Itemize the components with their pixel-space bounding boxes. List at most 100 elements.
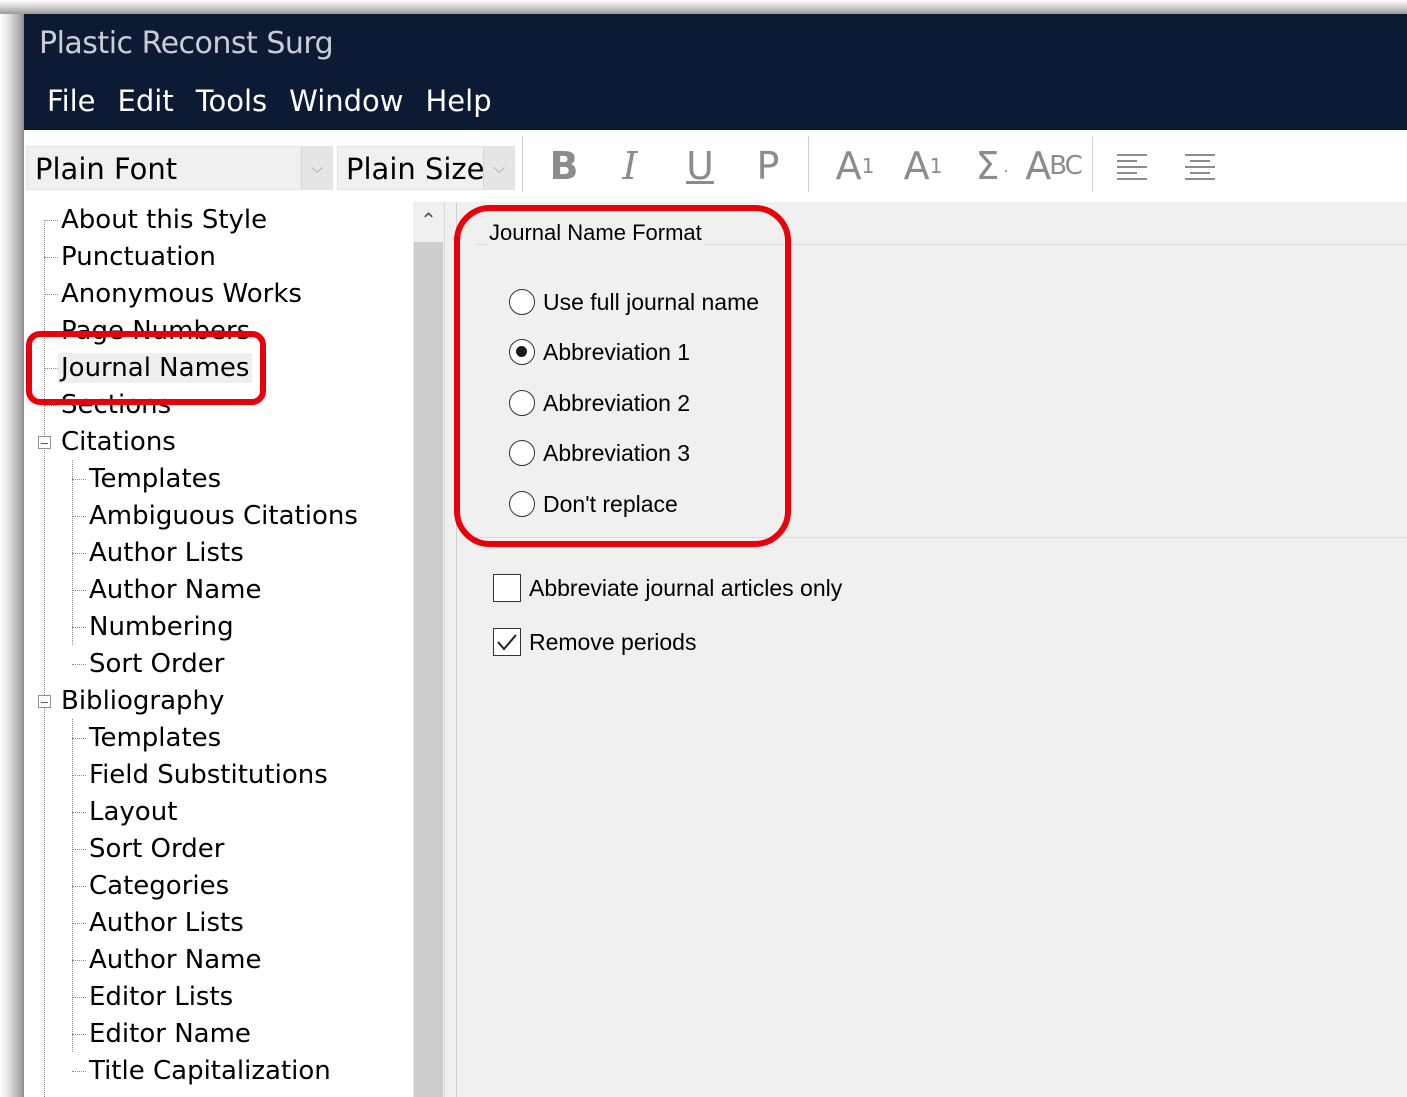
menu-help[interactable]: Help: [415, 84, 503, 118]
radio-button[interactable]: [509, 289, 535, 315]
radio-abbreviation-2[interactable]: Abbreviation 2: [509, 387, 690, 419]
tree-item-title-capitalization[interactable]: Title Capitalization: [86, 1053, 334, 1090]
tree-item-citations[interactable]: Citations: [58, 424, 179, 461]
tree-connector: [72, 590, 86, 591]
tree-item-label: Field Substitutions: [89, 760, 328, 790]
toolbar-separator: [1092, 136, 1093, 192]
collapse-icon[interactable]: –: [38, 695, 51, 708]
window-shadow-left: [0, 0, 24, 1097]
superscript-button[interactable]: A1: [830, 142, 880, 190]
tree-connector: [72, 738, 86, 739]
tree-item-label: Templates: [89, 464, 222, 494]
window-shadow-top: [0, 0, 1407, 14]
style-editor-window: Plastic Reconst Surg File Edit Tools Win…: [24, 14, 1407, 1097]
radio-abbreviation-3[interactable]: Abbreviation 3: [509, 437, 690, 469]
style-tree: About this Style Punctuation Anonymous W…: [24, 202, 445, 1097]
checkbox-abbreviate-journal-articles-only[interactable]: Abbreviate journal articles only: [493, 572, 842, 604]
tree-connector: [72, 997, 86, 998]
radio-label: Don't replace: [543, 490, 678, 517]
size-select[interactable]: Plain Size ⌵: [337, 146, 515, 190]
subscript-base: A: [903, 144, 930, 188]
tree-item-label: Author Name: [89, 945, 262, 975]
tree-item-ambiguous-citations[interactable]: Ambiguous Citations: [86, 498, 361, 535]
radio-button[interactable]: [509, 440, 535, 466]
tree-item-layout[interactable]: Layout: [86, 794, 180, 831]
checkbox-checked[interactable]: [493, 628, 521, 656]
tree-item-bibliography-author-name[interactable]: Author Name: [86, 942, 265, 979]
tree-item-categories[interactable]: Categories: [86, 868, 232, 905]
tree-item-page-numbers[interactable]: Page Numbers: [58, 313, 253, 350]
radio-button[interactable]: [509, 491, 535, 517]
tree-connector: [44, 220, 58, 221]
subscript-button[interactable]: A1: [898, 142, 948, 190]
tree-item-label: Author Lists: [89, 538, 244, 568]
chevron-down-icon[interactable]: ⌵: [483, 147, 514, 189]
superscript-mark: 1: [861, 154, 875, 178]
align-left-button[interactable]: [1112, 142, 1152, 190]
chevron-down-icon[interactable]: ⌵: [301, 147, 332, 189]
tree-item-label: Punctuation: [61, 242, 216, 272]
tree-item-citations-templates[interactable]: Templates: [86, 461, 224, 498]
tree-item-label: Ambiguous Citations: [89, 501, 358, 531]
tree-item-label: Author Lists: [89, 908, 244, 938]
tree-scrollbar[interactable]: ⌃: [413, 202, 444, 1097]
tree-item-punctuation[interactable]: Punctuation: [58, 239, 219, 276]
small-caps-button[interactable]: A BC: [1024, 142, 1083, 190]
radio-dont-replace[interactable]: Don't replace: [509, 488, 678, 520]
tree-connector: [72, 775, 86, 776]
menu-window[interactable]: Window: [278, 84, 414, 118]
tree-item-editor-name[interactable]: Editor Name: [86, 1016, 254, 1053]
align-center-button[interactable]: [1180, 142, 1220, 190]
size-select-value: Plain Size: [346, 152, 485, 186]
tree-item-sections[interactable]: Sections: [58, 387, 174, 424]
tree-item-label: Title Capitalization: [89, 1056, 331, 1086]
underline-button[interactable]: U: [680, 142, 720, 190]
align-left-icon: [1117, 154, 1147, 180]
tree-item-citations-sort-order[interactable]: Sort Order: [86, 646, 227, 683]
tree-item-editor-lists[interactable]: Editor Lists: [86, 979, 236, 1016]
radio-button-selected[interactable]: [509, 339, 535, 365]
tree-item-bibliography-author-lists[interactable]: Author Lists: [86, 905, 247, 942]
checkbox[interactable]: [493, 574, 521, 602]
plain-button[interactable]: P: [748, 142, 788, 190]
collapse-icon[interactable]: –: [38, 436, 51, 449]
checkbox-label: Abbreviate journal articles only: [529, 574, 843, 601]
chevron-up-icon[interactable]: ⌃: [413, 202, 444, 238]
radio-label: Abbreviation 1: [543, 338, 691, 365]
menu-file[interactable]: File: [36, 84, 107, 118]
group-title: Journal Name Format: [487, 220, 704, 246]
tree-connector: [44, 257, 58, 258]
radio-button[interactable]: [509, 390, 535, 416]
format-toolbar: Plain Font ⌵ Plain Size ⌵ B I U P A1 A1 …: [24, 130, 1407, 202]
menu-tools[interactable]: Tools: [185, 84, 278, 118]
radio-use-full-journal-name[interactable]: Use full journal name: [509, 286, 759, 318]
tree-connector: [72, 479, 86, 480]
tree-item-anonymous-works[interactable]: Anonymous Works: [58, 276, 305, 313]
checkbox-remove-periods[interactable]: Remove periods: [493, 626, 696, 658]
tree-item-journal-names[interactable]: Journal Names: [58, 350, 253, 387]
tree-item-field-substitutions[interactable]: Field Substitutions: [86, 757, 331, 794]
tree-connector: [72, 1071, 86, 1072]
bold-button[interactable]: B: [544, 142, 584, 190]
checkmark-icon: [497, 634, 517, 651]
tree-item-citations-author-lists[interactable]: Author Lists: [86, 535, 247, 572]
checkbox-label: Remove periods: [529, 628, 697, 655]
italic-button[interactable]: I: [612, 142, 648, 190]
menu-edit[interactable]: Edit: [107, 84, 185, 118]
tree-item-citations-author-name[interactable]: Author Name: [86, 572, 265, 609]
radio-label: Abbreviation 2: [543, 389, 691, 416]
small-caps-big: A: [1025, 144, 1051, 188]
tree-item-bibliography-sort-order[interactable]: Sort Order: [86, 831, 227, 868]
tree-item-numbering[interactable]: Numbering: [86, 609, 237, 646]
tree-connector: [72, 516, 86, 517]
radio-abbreviation-1[interactable]: Abbreviation 1: [509, 336, 690, 368]
tree-item-bibliography-templates[interactable]: Templates: [86, 720, 224, 757]
tree-item-about-this-style[interactable]: About this Style: [58, 202, 270, 239]
symbol-button[interactable]: Σ.: [966, 142, 1018, 190]
scroll-thumb[interactable]: [414, 242, 443, 1097]
font-select[interactable]: Plain Font ⌵: [26, 146, 333, 190]
tree-item-label: Page Numbers: [61, 316, 251, 346]
tree-item-bibliography[interactable]: Bibliography: [58, 683, 227, 720]
tree-connector: [44, 220, 45, 1097]
small-dot-icon: .: [1003, 156, 1009, 176]
